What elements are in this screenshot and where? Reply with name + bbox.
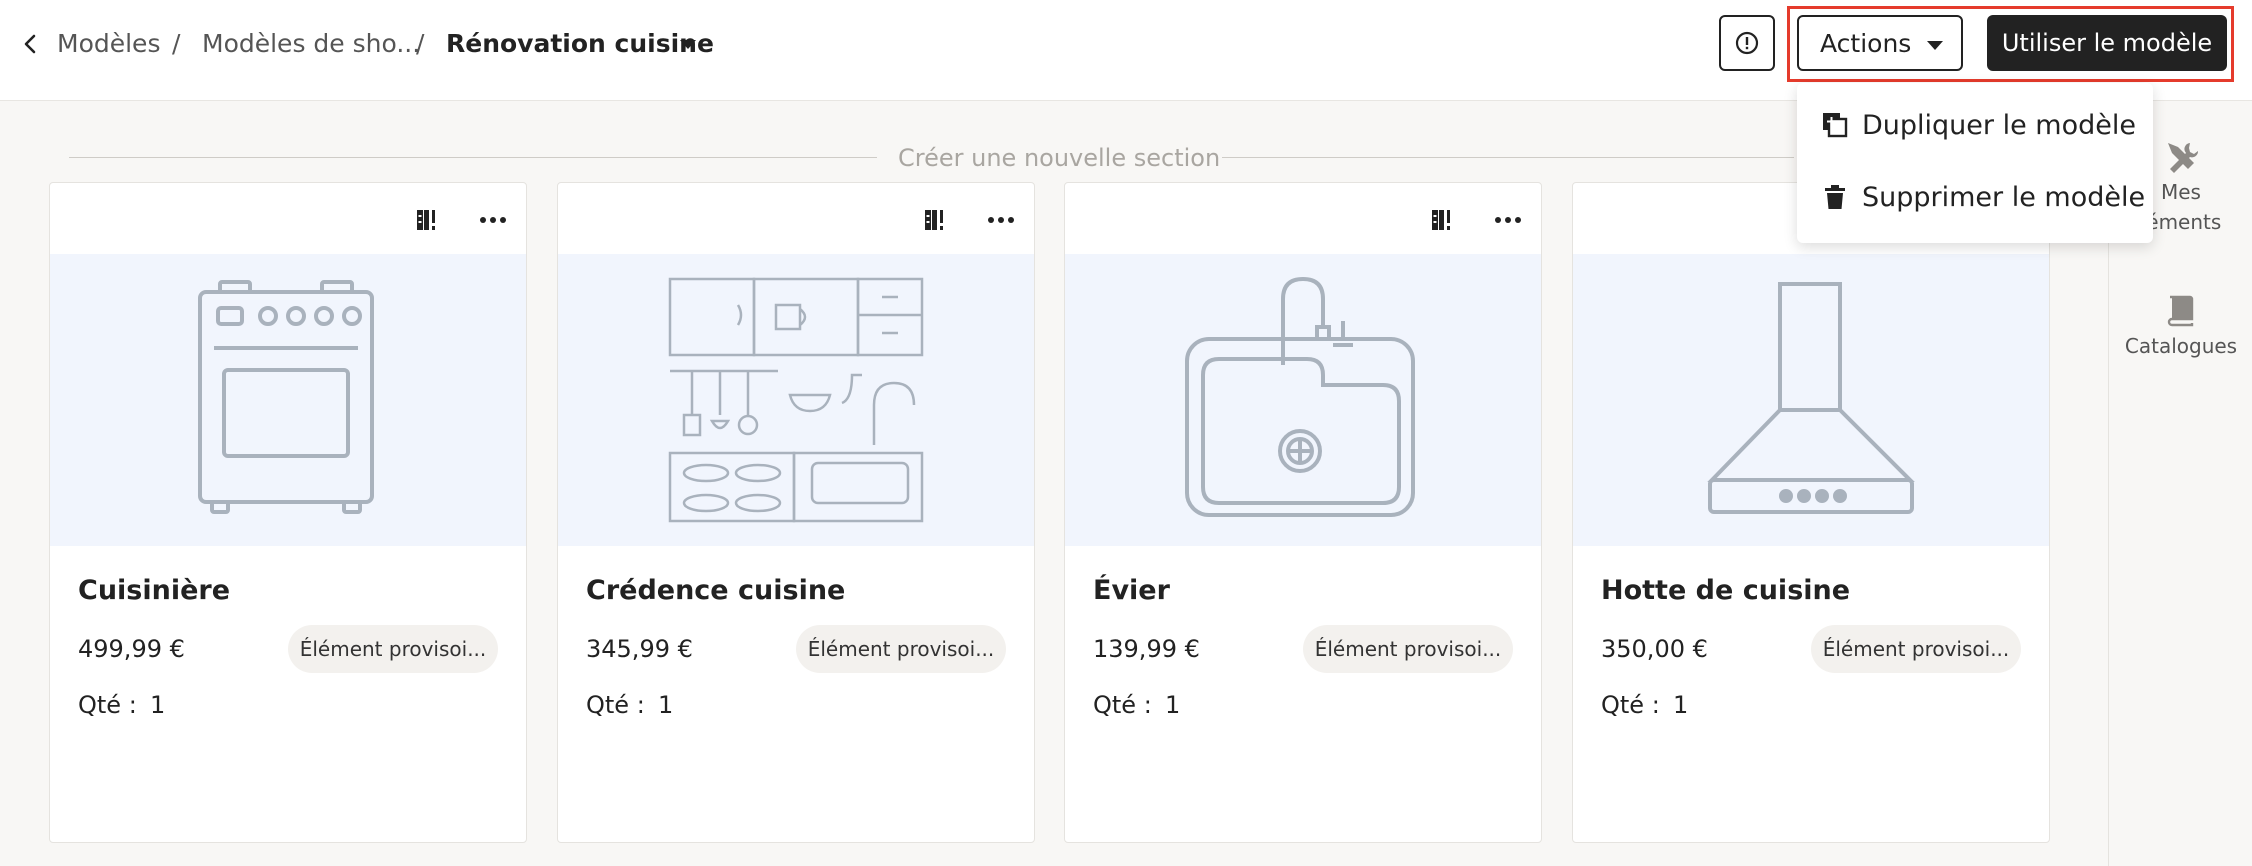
duplicate-icon (1823, 113, 1848, 138)
product-price: 350,00 € (1601, 635, 1708, 663)
product-title: Cuisinière (78, 575, 231, 606)
menu-item-delete[interactable]: Supprimer le modèle (1797, 165, 2153, 229)
chevron-left-icon[interactable] (20, 28, 42, 60)
product-title: Crédence cuisine (586, 575, 846, 606)
breadcrumb-item-current[interactable]: Rénovation cuisine (446, 25, 714, 63)
trash-icon (1825, 185, 1845, 209)
use-template-button[interactable]: Utiliser le modèle (1987, 15, 2227, 71)
more-options-icon[interactable] (478, 207, 508, 233)
actions-button[interactable]: Actions (1797, 15, 1963, 71)
range-hood-icon (1707, 282, 1915, 514)
more-options-icon[interactable] (986, 207, 1016, 233)
status-badge: Élément provisoi... (796, 625, 1006, 673)
status-badge: Élément provisoi... (288, 625, 498, 673)
sidebar-item-label: Catalogues (2124, 334, 2238, 358)
kitchen-backsplash-icon (668, 277, 924, 523)
quantity-label: Qté : (78, 691, 137, 719)
section-divider-line (69, 157, 877, 158)
actions-menu: Dupliquer le modèle Supprimer le modèle (1797, 83, 2153, 243)
sidebar-item-catalogues[interactable]: Catalogues (2109, 293, 2252, 361)
product-image (1065, 254, 1541, 546)
product-card[interactable]: Évier 139,99 € Élément provisoi... Qté :… (1064, 182, 1542, 843)
book-icon (2167, 295, 2194, 327)
menu-item-label: Dupliquer le modèle (1862, 109, 2136, 141)
book-alert-icon[interactable] (1429, 207, 1455, 233)
sink-icon (1185, 276, 1415, 517)
product-image (50, 254, 526, 546)
caret-down-icon (1927, 41, 1943, 50)
product-price: 499,99 € (78, 635, 185, 663)
status-badge: Élément provisoi... (1811, 625, 2021, 673)
product-image (558, 254, 1034, 546)
info-button[interactable] (1719, 15, 1775, 71)
menu-item-label: Supprimer le modèle (1862, 181, 2146, 213)
section-divider-line (1222, 157, 1794, 158)
stove-icon (198, 280, 374, 514)
product-price: 345,99 € (586, 635, 693, 663)
quantity-value: 1 (1673, 691, 1689, 719)
breadcrumb-item-templates[interactable]: Modèles (57, 25, 160, 63)
product-card[interactable]: Cuisinière 499,99 € Élément provisoi... … (49, 182, 527, 843)
info-icon (1735, 31, 1759, 55)
status-badge: Élément provisoi... (1303, 625, 1513, 673)
quantity-label: Qté : (586, 691, 645, 719)
caret-down-icon[interactable] (680, 40, 696, 49)
quantity-value: 1 (658, 691, 674, 719)
product-card[interactable]: Crédence cuisine 345,99 € Élément provis… (557, 182, 1035, 843)
product-image (1573, 254, 2049, 546)
product-card[interactable]: Hotte de cuisine 350,00 € Élément provis… (1572, 182, 2050, 843)
quantity-label: Qté : (1601, 691, 1660, 719)
create-section-link[interactable]: Créer une nouvelle section (898, 141, 1220, 175)
tools-icon (2168, 143, 2199, 173)
breadcrumb-item-showroom-templates[interactable]: Modèles de sho... (202, 25, 420, 63)
quantity-value: 1 (1165, 691, 1181, 719)
product-title: Hotte de cuisine (1601, 575, 1851, 606)
breadcrumb-separator: / (172, 29, 181, 58)
quantity-value: 1 (150, 691, 166, 719)
book-alert-icon[interactable] (922, 207, 948, 233)
more-options-icon[interactable] (1493, 207, 1523, 233)
product-price: 139,99 € (1093, 635, 1200, 663)
menu-item-duplicate[interactable]: Dupliquer le modèle (1797, 93, 2153, 157)
book-alert-icon[interactable] (414, 207, 440, 233)
quantity-label: Qté : (1093, 691, 1152, 719)
product-title: Évier (1093, 575, 1170, 606)
breadcrumb-separator: / (416, 29, 425, 58)
actions-button-label: Actions (1820, 28, 1912, 58)
